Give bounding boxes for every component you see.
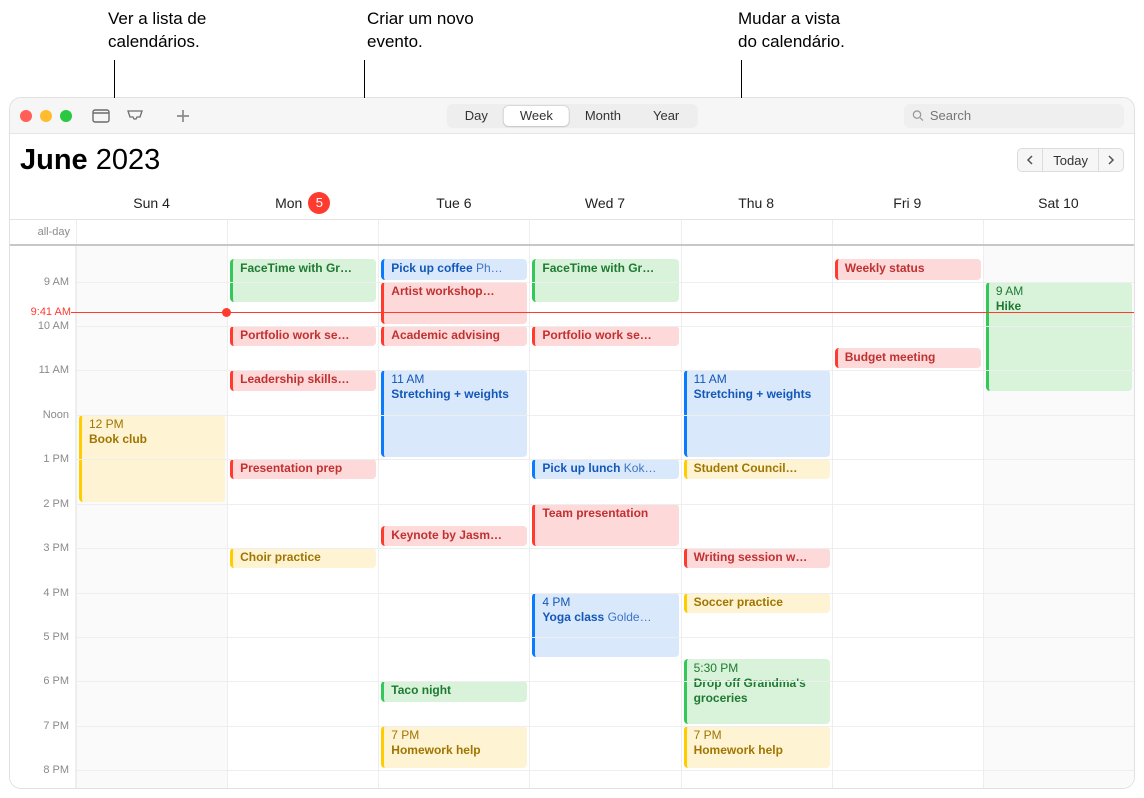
day-column[interactable]: FaceTime with Gr… Portfolio work se… Leade… (227, 246, 378, 788)
month-header: June 2023 Today (10, 134, 1134, 186)
event[interactable]: Academic advising (381, 326, 527, 346)
time-label: Noon (43, 409, 69, 421)
event[interactable]: 11 AMStretching + weights (381, 370, 527, 457)
year: 2023 (96, 144, 161, 176)
month-name: June (20, 144, 88, 176)
view-month[interactable]: Month (569, 106, 637, 126)
calendars-list-button[interactable] (88, 105, 114, 127)
event[interactable]: 5:30 PMDrop off Grandma's groceries (684, 659, 830, 724)
time-label: 4 PM (43, 587, 69, 599)
event[interactable]: Team presentation (532, 504, 678, 546)
day-header: Thu 8 (681, 186, 832, 219)
day-column[interactable]: 12 PMBook club (76, 246, 227, 788)
view-year[interactable]: Year (637, 106, 695, 126)
close-button[interactable] (20, 110, 32, 122)
callout-create-event: Criar um novo evento. (367, 8, 474, 54)
time-label: 7 PM (43, 720, 69, 732)
day-header: Fri 9 (832, 186, 983, 219)
time-label: 6 PM (43, 675, 69, 687)
day-column[interactable]: 11 AMStretching + weightsStudent Council… (681, 246, 832, 788)
event[interactable]: FaceTime with Gr… (532, 259, 678, 301)
time-label: 2 PM (43, 498, 69, 510)
time-column: 9 AM 10 AM 11 AM Noon 1 PM 2 PM 3 PM 4 PM 5 PM 6 … (10, 246, 76, 788)
event[interactable]: Portfolio work se… (230, 326, 376, 346)
day-header: Sun 4 (76, 186, 227, 219)
event[interactable]: 4 PMYoga class Golde… (532, 593, 678, 658)
view-week[interactable]: Week (504, 106, 569, 126)
event[interactable]: Presentation prep (230, 459, 376, 479)
week-grid: 9 AM 10 AM 11 AM Noon 1 PM 2 PM 3 PM 4 PM 5 PM 6 … (10, 246, 1134, 788)
add-event-button[interactable] (170, 105, 196, 127)
view-switcher: Day Week Month Year (447, 104, 698, 128)
day-column[interactable]: Pick up coffee Ph… Artist workshop…Academ… (378, 246, 529, 788)
event[interactable]: Writing session w… (684, 548, 830, 568)
event[interactable]: Keynote by Jasm… (381, 526, 527, 546)
search-field[interactable] (904, 104, 1124, 128)
allday-row: all-day (10, 220, 1134, 246)
time-label: 3 PM (43, 542, 69, 554)
prev-week-button[interactable] (1017, 148, 1043, 172)
event[interactable]: 7 PMHomework help (381, 726, 527, 768)
event[interactable]: Taco night (381, 681, 527, 701)
current-time-label: 9:41 AM (10, 306, 71, 318)
event[interactable]: 11 AMStretching + weights (684, 370, 830, 457)
time-label: 5 PM (43, 631, 69, 643)
day-header: Mon5 (227, 186, 378, 219)
search-input[interactable] (930, 108, 1116, 123)
event[interactable]: 12 PMBook club (79, 415, 225, 502)
event[interactable]: Choir practice (230, 548, 376, 568)
day-header: Sat 10 (983, 186, 1134, 219)
day-header: Wed 7 (529, 186, 680, 219)
time-label: 11 AM (39, 364, 69, 376)
window-controls (20, 110, 72, 122)
titlebar: Day Week Month Year (10, 98, 1134, 134)
event[interactable]: Student Council… (684, 459, 830, 479)
view-day[interactable]: Day (449, 106, 504, 126)
event[interactable]: Pick up coffee Ph… (381, 259, 527, 279)
event[interactable]: Soccer practice (684, 593, 830, 613)
allday-label: all-day (10, 220, 76, 244)
event[interactable]: Weekly status (835, 259, 981, 279)
fullscreen-button[interactable] (60, 110, 72, 122)
day-column[interactable]: Weekly status Budget meeting (832, 246, 983, 788)
event[interactable]: 9 AMHike (986, 282, 1132, 391)
day-column[interactable]: 9 AMHike (983, 246, 1134, 788)
event[interactable]: Artist workshop… (381, 282, 527, 324)
day-headers: Sun 4Mon5Tue 6Wed 7Thu 8Fri 9Sat 10 (10, 186, 1134, 220)
callout-calendar-list: Ver a lista de calendários. (108, 8, 206, 54)
calendar-window: Day Week Month Year June 2023 Today (10, 98, 1134, 788)
event[interactable]: FaceTime with Gr… (230, 259, 376, 301)
time-label: 8 PM (43, 764, 69, 776)
inbox-button[interactable] (122, 105, 148, 127)
day-column[interactable]: FaceTime with Gr… Portfolio work se… Pick … (529, 246, 680, 788)
current-time-indicator (10, 312, 1134, 313)
time-label: 10 AM (38, 320, 69, 332)
today-button[interactable]: Today (1043, 148, 1098, 172)
event[interactable]: 7 PMHomework help (684, 726, 830, 768)
next-week-button[interactable] (1098, 148, 1124, 172)
event[interactable]: Leadership skills… (230, 370, 376, 390)
search-icon (912, 109, 924, 122)
callout-change-view: Mudar a vista do calendário. (738, 8, 845, 54)
time-label: 1 PM (43, 453, 69, 465)
time-label: 9 AM (44, 276, 69, 288)
day-header: Tue 6 (378, 186, 529, 219)
event[interactable]: Pick up lunch Kok… (532, 459, 678, 479)
event[interactable]: Portfolio work se… (532, 326, 678, 346)
minimize-button[interactable] (40, 110, 52, 122)
event[interactable]: Budget meeting (835, 348, 981, 368)
